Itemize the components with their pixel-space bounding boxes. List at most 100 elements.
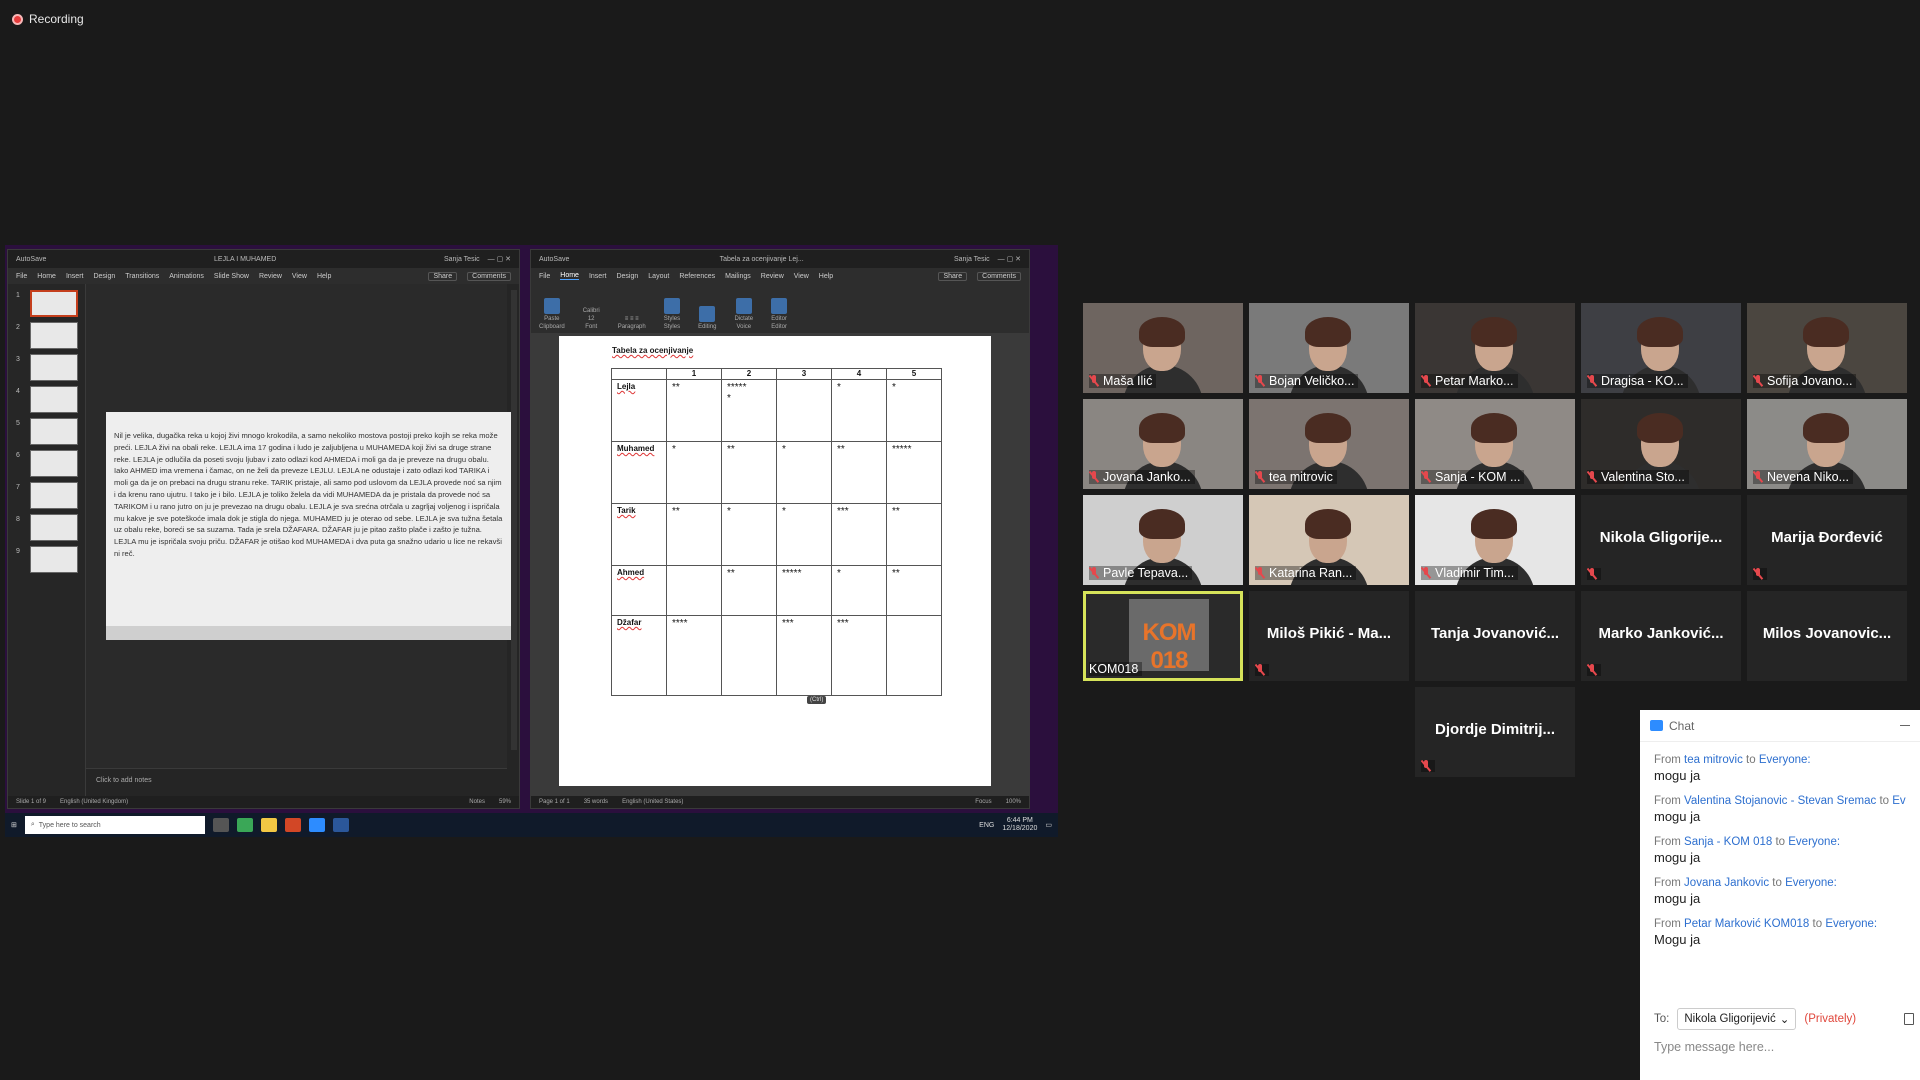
menu-file[interactable]: File bbox=[539, 273, 550, 280]
slide-thumbnail[interactable] bbox=[30, 290, 78, 317]
table-header-cell[interactable]: 3 bbox=[776, 368, 832, 380]
menu-help[interactable]: Help bbox=[819, 273, 833, 280]
grading-table[interactable]: 1 2 3 4 5 Lejla ** ***** * * * Muhamed * ** * ** ***** T… bbox=[611, 368, 942, 696]
table-header-cell[interactable] bbox=[611, 368, 667, 380]
participant-tile[interactable]: Miloš Pikić - Ma... bbox=[1249, 591, 1409, 681]
word-taskbar-icon[interactable] bbox=[332, 818, 349, 832]
row-name-cell[interactable]: Muhamed bbox=[611, 441, 667, 504]
grade-cell[interactable] bbox=[721, 615, 777, 696]
chat-message-input[interactable]: Type message here... bbox=[1654, 1040, 1774, 1054]
document-page[interactable]: Tabela za ocenjivanje 1 2 3 4 5 Lejla ** ***** … bbox=[559, 336, 991, 786]
grade-cell[interactable]: **** bbox=[666, 615, 722, 696]
taskbar-language[interactable]: ENG bbox=[979, 822, 994, 829]
grade-cell[interactable]: *** bbox=[776, 615, 832, 696]
recipient-select[interactable]: Nikola Gligorijević ⌄ bbox=[1677, 1008, 1797, 1030]
ppt-share-button[interactable]: Share bbox=[428, 271, 458, 281]
menu-home[interactable]: Home bbox=[37, 273, 56, 280]
word-comments-button[interactable]: Comments bbox=[977, 271, 1021, 281]
minimize-icon[interactable] bbox=[1900, 725, 1910, 726]
current-slide[interactable]: Nil je velika, dugačka reka u kojoj živi… bbox=[106, 412, 511, 640]
participant-tile[interactable]: Katarina Ran... bbox=[1249, 495, 1409, 585]
slide-thumbnail[interactable] bbox=[30, 418, 78, 445]
windows-start-icon[interactable]: ⊞ bbox=[11, 821, 17, 829]
participant-tile[interactable]: Marko Janković... bbox=[1581, 591, 1741, 681]
focus-button[interactable]: Focus bbox=[975, 799, 991, 805]
editor-button[interactable]: Editor Editor bbox=[771, 298, 788, 330]
participant-tile[interactable]: Bojan Veličko... bbox=[1249, 303, 1409, 393]
menu-slide-show[interactable]: Slide Show bbox=[214, 273, 249, 280]
participant-tile[interactable]: Dragisa - KO... bbox=[1581, 303, 1741, 393]
menu-insert[interactable]: Insert bbox=[589, 273, 607, 280]
table-header-cell[interactable]: 4 bbox=[831, 368, 887, 380]
row-name-cell[interactable]: Tarik bbox=[611, 503, 667, 566]
participant-tile[interactable]: Nevena Niko... bbox=[1747, 399, 1907, 489]
sender-name[interactable]: Sanja - KOM 018 bbox=[1684, 836, 1772, 848]
grade-cell[interactable]: ** bbox=[886, 565, 942, 616]
menu-review[interactable]: Review bbox=[259, 273, 282, 280]
grade-cell[interactable]: * bbox=[831, 379, 887, 442]
grade-cell[interactable]: * bbox=[721, 503, 777, 566]
menu-help[interactable]: Help bbox=[317, 273, 331, 280]
menu-home[interactable]: Home bbox=[560, 272, 579, 280]
dictate-button[interactable]: Dictate Voice bbox=[734, 298, 753, 330]
ppt-autosave[interactable]: AutoSave bbox=[16, 256, 46, 263]
menu-file[interactable]: File bbox=[16, 273, 27, 280]
paste-options-badge[interactable]: (Ctrl) bbox=[807, 696, 827, 704]
grade-cell[interactable] bbox=[886, 615, 942, 696]
menu-animations[interactable]: Animations bbox=[169, 273, 204, 280]
font-name-select[interactable]: Calibri bbox=[583, 308, 600, 314]
grade-cell[interactable]: *** bbox=[831, 503, 887, 566]
window-controls-icon[interactable]: — ▢ ✕ bbox=[998, 255, 1021, 263]
grade-cell[interactable]: * bbox=[666, 441, 722, 504]
table-header-cell[interactable]: 5 bbox=[886, 368, 942, 380]
menu-insert[interactable]: Insert bbox=[66, 273, 84, 280]
task-view-icon[interactable] bbox=[212, 818, 229, 832]
slide-thumbnail[interactable] bbox=[30, 450, 78, 477]
slide-thumbnail[interactable] bbox=[30, 482, 78, 509]
slide-thumbnail[interactable] bbox=[30, 322, 78, 349]
grade-cell[interactable]: * bbox=[776, 441, 832, 504]
notes-toggle[interactable]: Notes bbox=[469, 799, 485, 805]
row-name-cell[interactable]: Džafar bbox=[611, 615, 667, 696]
grade-cell[interactable]: * bbox=[886, 379, 942, 442]
participant-tile[interactable]: Djordje Dimitrij... bbox=[1415, 687, 1575, 777]
slide-thumbnail[interactable] bbox=[30, 386, 78, 413]
zoom-taskbar-icon[interactable] bbox=[308, 818, 325, 832]
table-header-cell[interactable]: 1 bbox=[666, 368, 722, 380]
participant-tile[interactable]: Jovana Janko... bbox=[1083, 399, 1243, 489]
participant-tile[interactable]: Sanja - KOM ... bbox=[1415, 399, 1575, 489]
grade-cell[interactable]: ** bbox=[721, 565, 777, 616]
word-share-button[interactable]: Share bbox=[938, 271, 968, 281]
grade-cell[interactable]: ***** bbox=[776, 565, 832, 616]
participant-tile[interactable]: Nikola Gligorije... bbox=[1581, 495, 1741, 585]
editing-button[interactable]: Editing bbox=[698, 306, 716, 330]
ppt-zoom[interactable]: 59% bbox=[499, 799, 511, 805]
participant-tile[interactable]: Sofija Jovano... bbox=[1747, 303, 1907, 393]
file-share-icon[interactable] bbox=[1904, 1013, 1914, 1025]
slide-thumbnail[interactable] bbox=[30, 546, 78, 573]
grade-cell[interactable]: ***** * bbox=[721, 379, 777, 442]
menu-references[interactable]: References bbox=[679, 273, 715, 280]
word-zoom[interactable]: 100% bbox=[1006, 799, 1021, 805]
sender-name[interactable]: tea mitrovic bbox=[1684, 754, 1743, 766]
participant-tile[interactable]: Vladimir Tim... bbox=[1415, 495, 1575, 585]
grade-cell[interactable]: * bbox=[831, 565, 887, 616]
grade-cell[interactable]: * bbox=[776, 503, 832, 566]
menu-mailings[interactable]: Mailings bbox=[725, 273, 751, 280]
styles-button[interactable]: Styles Styles bbox=[664, 298, 680, 330]
grade-cell[interactable]: ** bbox=[666, 503, 722, 566]
chrome-icon[interactable] bbox=[236, 818, 253, 832]
taskbar-clock[interactable]: 6:44 PM 12/18/2020 bbox=[1002, 817, 1037, 833]
grade-cell[interactable]: ** bbox=[666, 379, 722, 442]
table-header-cell[interactable]: 2 bbox=[721, 368, 777, 380]
menu-view[interactable]: View bbox=[794, 273, 809, 280]
notifications-icon[interactable]: ▭ bbox=[1045, 821, 1052, 829]
menu-view[interactable]: View bbox=[292, 273, 307, 280]
grade-cell[interactable] bbox=[666, 565, 722, 616]
participant-tile[interactable]: Valentina Sto... bbox=[1581, 399, 1741, 489]
participant-tile[interactable]: KOM 018 KOM018 bbox=[1083, 591, 1243, 681]
menu-review[interactable]: Review bbox=[761, 273, 784, 280]
grade-cell[interactable]: ** bbox=[831, 441, 887, 504]
taskbar-search[interactable]: ⌕ Type here to search bbox=[24, 816, 205, 834]
ppt-scrollbar[interactable] bbox=[511, 290, 517, 750]
